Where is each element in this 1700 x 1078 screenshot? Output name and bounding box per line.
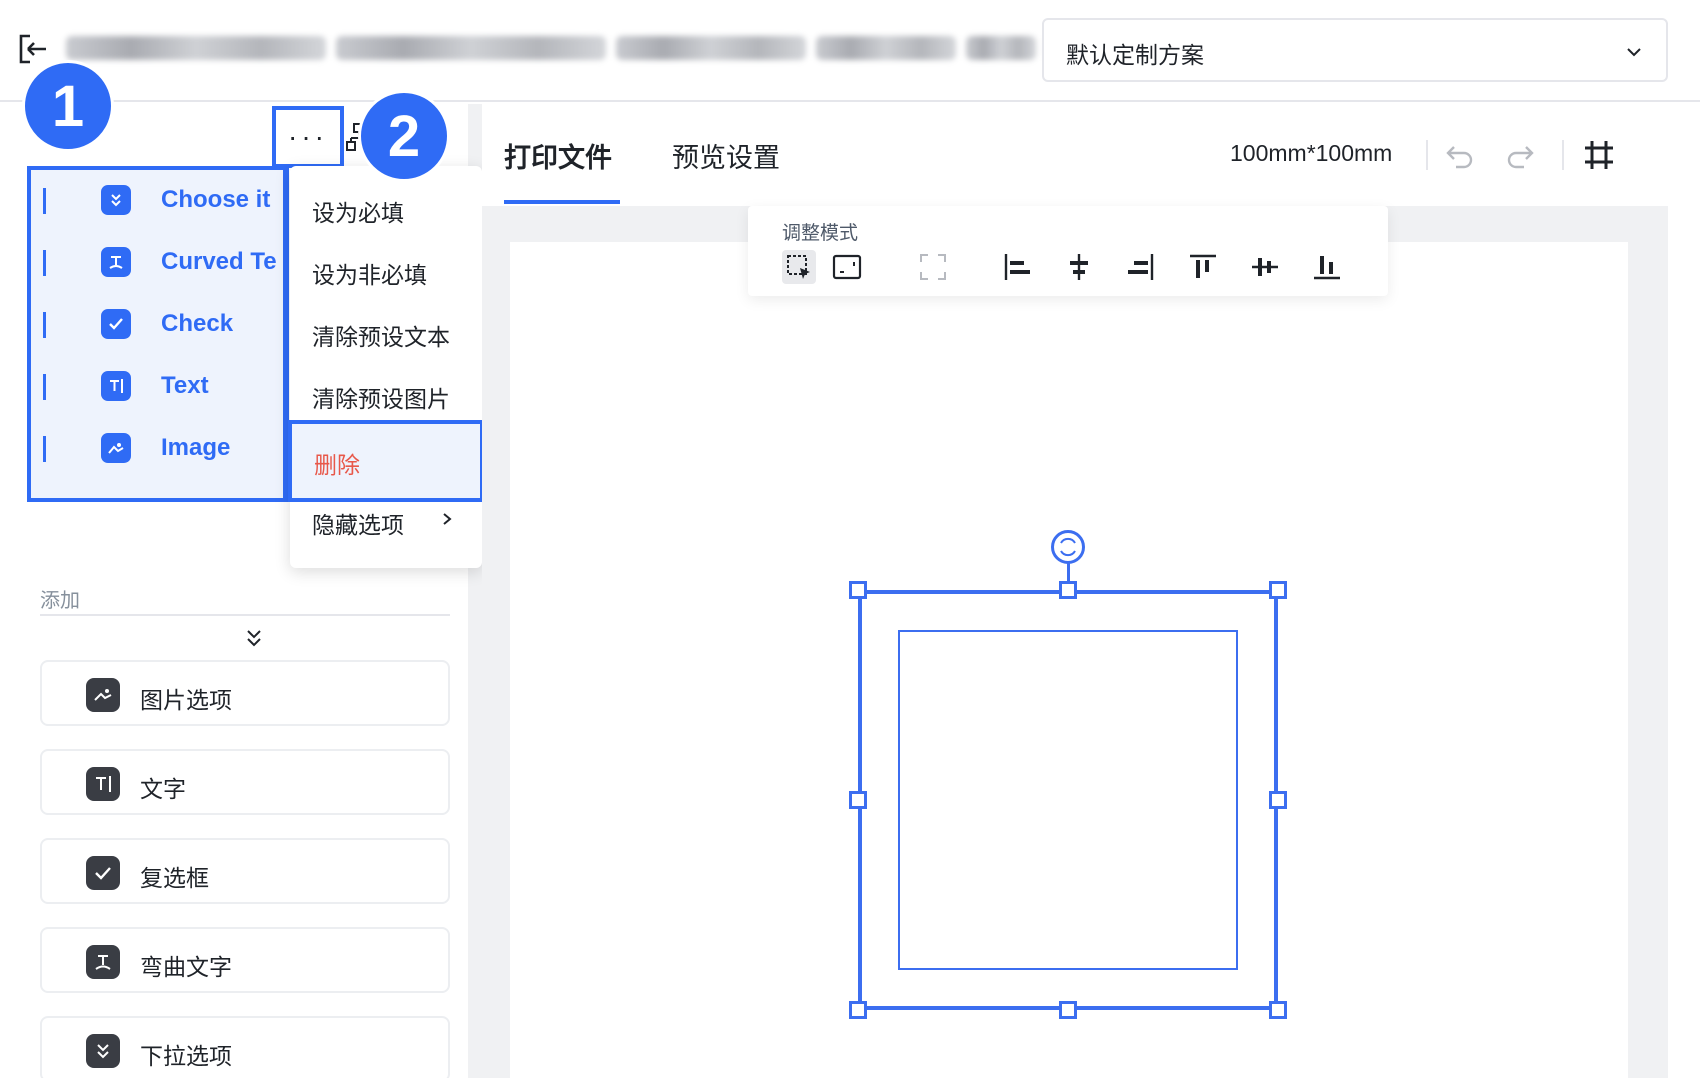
add-checkbox-button[interactable]: 复选框: [40, 838, 450, 904]
layer-item-label: Choose it: [161, 186, 271, 213]
layer-indicator: [43, 436, 46, 462]
menu-item-delete-label: 删除: [314, 452, 360, 478]
layer-item-image[interactable]: Image: [31, 418, 283, 480]
resize-handle-left[interactable]: [849, 791, 867, 809]
resize-handle-top-right[interactable]: [1269, 581, 1287, 599]
align-middle-v-icon[interactable]: [1248, 250, 1282, 284]
layer-indicator: [43, 250, 46, 276]
menu-item-clear-preset-text[interactable]: 清除预设文本: [312, 318, 450, 352]
add-section-title: 添加: [40, 590, 80, 612]
add-text-button[interactable]: 文字: [40, 749, 450, 815]
tab-bar: 打印文件 预览设置 100mm*100mm: [482, 104, 1668, 206]
divider: [40, 614, 450, 616]
selected-element-content[interactable]: [898, 630, 1238, 970]
add-image-option-button[interactable]: 图片选项: [40, 660, 450, 726]
resize-handle-top[interactable]: [1059, 581, 1077, 599]
rotate-handle[interactable]: [1051, 530, 1085, 564]
resize-handle-bottom[interactable]: [1059, 1001, 1077, 1019]
add-dropdown-option-button[interactable]: 下拉选项: [40, 1016, 450, 1078]
layer-indicator: [43, 312, 46, 338]
chevron-right-icon: [443, 513, 452, 525]
add-item-label: 文字: [140, 776, 186, 802]
add-item-label: 下拉选项: [140, 1043, 232, 1069]
checkbox-icon: [101, 309, 131, 339]
layer-item-label: Curved Te: [161, 248, 277, 275]
menu-item-set-optional[interactable]: 设为非必填: [312, 256, 427, 290]
scheme-select[interactable]: 默认定制方案: [1042, 18, 1668, 82]
layer-indicator: [43, 188, 46, 214]
text-icon: [101, 371, 131, 401]
blurred-document-title: [66, 34, 1126, 62]
context-menu: 设为必填 设为非必填 清除预设文本 清除预设图片 隐藏选项: [290, 166, 482, 568]
resize-handle-top-left[interactable]: [849, 581, 867, 599]
resize-handle-bottom-right[interactable]: [1269, 1001, 1287, 1019]
menu-item-delete[interactable]: 删除: [288, 420, 484, 502]
canvas-size-label: 100mm*100mm: [1230, 140, 1393, 166]
top-bar: 默认定制方案: [0, 0, 1700, 102]
rotate-icon: [1060, 537, 1076, 557]
layer-item-curved-text[interactable]: Curved Te: [31, 232, 283, 294]
adjust-mode-title: 调整模式: [782, 223, 859, 244]
resize-handle-bottom-left[interactable]: [849, 1001, 867, 1019]
menu-item-hide-options[interactable]: 隐藏选项: [312, 506, 404, 540]
image-icon: [86, 678, 120, 712]
layer-item-label: Image: [161, 434, 231, 461]
adjust-mode-panel: 调整模式: [748, 206, 1388, 296]
layer-item-choose[interactable]: Choose it: [31, 170, 283, 232]
crop-frame-icon[interactable]: [1582, 138, 1616, 172]
curved-text-icon: [86, 945, 120, 979]
menu-item-set-required[interactable]: 设为必填: [312, 194, 404, 228]
image-icon: [101, 433, 131, 463]
align-center-h-icon[interactable]: [1062, 250, 1096, 284]
align-top-icon[interactable]: [1186, 250, 1220, 284]
align-left-icon[interactable]: [1000, 250, 1034, 284]
layer-item-label: Check: [161, 310, 234, 337]
add-curved-text-button[interactable]: 弯曲文字: [40, 927, 450, 993]
undo-icon[interactable]: [1442, 138, 1476, 172]
chevron-down-icon: [1627, 48, 1641, 57]
add-item-label: 图片选项: [140, 687, 232, 713]
dropdown-chevron-icon: [101, 185, 131, 215]
layer-list: Choose it Curved Te Check Text Image: [27, 166, 287, 502]
text-icon: [86, 767, 120, 801]
align-bottom-icon[interactable]: [1310, 250, 1344, 284]
fit-fullscreen-icon[interactable]: [916, 250, 950, 284]
scheme-select-value: 默认定制方案: [1066, 42, 1204, 68]
active-tab-indicator: [504, 200, 620, 204]
tab-preview-settings[interactable]: 预览设置: [672, 136, 780, 175]
add-item-label: 弯曲文字: [140, 954, 232, 980]
add-item-label: 复选框: [140, 865, 209, 891]
frame-mode-icon[interactable]: [830, 250, 864, 284]
toolbar-divider: [1562, 140, 1564, 170]
more-options-button[interactable]: ···: [272, 106, 344, 168]
layer-item-text[interactable]: Text: [31, 356, 283, 418]
dropdown-chevron-icon: [86, 1034, 120, 1068]
layer-item-label: Text: [161, 372, 209, 399]
layer-indicator: [43, 374, 46, 400]
align-right-icon[interactable]: [1124, 250, 1158, 284]
tab-print-file[interactable]: 打印文件: [504, 136, 612, 175]
checkbox-icon: [86, 856, 120, 890]
toolbar-divider: [1426, 140, 1428, 170]
double-chevron-down-icon[interactable]: [244, 628, 264, 648]
select-mode-icon[interactable]: [782, 250, 816, 284]
back-exit-icon[interactable]: [16, 32, 50, 66]
menu-item-clear-preset-image[interactable]: 清除预设图片: [312, 380, 450, 414]
curved-text-icon: [101, 247, 131, 277]
redo-icon[interactable]: [1504, 138, 1538, 172]
step-badge-2: 2: [358, 90, 450, 182]
resize-handle-right[interactable]: [1269, 791, 1287, 809]
layer-item-check[interactable]: Check: [31, 294, 283, 356]
step-badge-1: 1: [22, 60, 114, 152]
